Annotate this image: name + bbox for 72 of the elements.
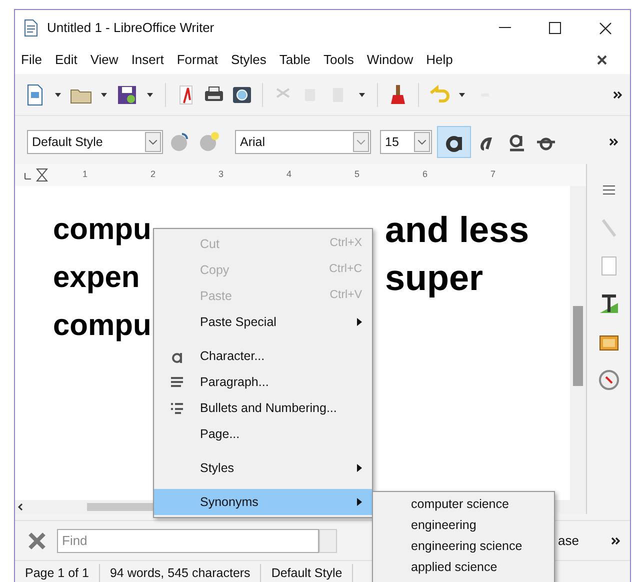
indent-marker-icon[interactable] (23, 167, 51, 183)
paragraph-icon (170, 375, 184, 389)
close-document-icon[interactable] (597, 55, 607, 65)
chevron-down-icon (418, 140, 426, 144)
font-name-value: Arial (240, 134, 266, 151)
ruler-number: 6 (421, 168, 428, 182)
ruler-number: 4 (285, 168, 292, 182)
status-field: Page 1 of 1 (15, 564, 100, 582)
status-field: Default Style (261, 564, 354, 582)
maximize-icon (549, 22, 561, 34)
document-text: compu (53, 212, 152, 248)
menu-item[interactable]: View (90, 50, 118, 70)
document-text: and less (385, 208, 530, 252)
chevron-down-icon (357, 140, 365, 144)
ruler-number: 1 (81, 168, 88, 182)
window-title: Untitled 1 - LibreOffice Writer (47, 19, 214, 38)
menu-item[interactable]: Insert (131, 50, 164, 70)
document-icon (23, 19, 39, 37)
document-text: expen (53, 260, 140, 296)
menu-item[interactable]: File (21, 50, 42, 70)
context-menu-item[interactable]: Paste Special (154, 309, 372, 335)
paragraph-style-value: Default Style (32, 134, 103, 151)
ruler-number: 2 (149, 168, 156, 182)
context-menu-item[interactable]: Paragraph... (154, 369, 372, 395)
scroll-left-icon[interactable] (17, 503, 25, 511)
ruler-number: 7 (489, 168, 496, 182)
close-icon (598, 22, 612, 34)
dropdown-button[interactable] (414, 132, 430, 152)
menu-item[interactable]: Table (279, 50, 310, 70)
list-icon (170, 401, 184, 415)
menu-item[interactable]: Window (366, 50, 414, 70)
submenu-arrow-icon (357, 318, 362, 326)
synonym-item[interactable]: engineering science (373, 536, 554, 557)
dropdown-caret-icon[interactable] (147, 92, 153, 96)
font-size-field[interactable]: 15 (380, 130, 432, 154)
context-menu-item[interactable]: Page... (154, 421, 372, 447)
chevron-down-icon (149, 140, 157, 144)
menu-item[interactable]: Tools (323, 50, 354, 70)
context-menu-item[interactable]: Styles (154, 455, 372, 481)
find-field[interactable]: Find (57, 528, 319, 552)
paragraph-style-field[interactable]: Default Style (27, 130, 163, 154)
dropdown-caret-icon[interactable] (101, 92, 107, 96)
synonym-item[interactable]: engineering (373, 515, 554, 536)
more-icon[interactable] (613, 90, 622, 98)
submenu-arrow-icon (357, 498, 362, 506)
synonym-item[interactable]: applied science (373, 557, 554, 578)
synonym-item[interactable]: computer science (373, 494, 554, 515)
dropdown-caret-icon[interactable] (459, 92, 465, 96)
font-size-value: 15 (385, 134, 399, 151)
submenu-arrow-icon (357, 464, 362, 472)
ruler-number: 5 (353, 168, 360, 182)
status-field: 94 words, 545 characters (100, 564, 262, 582)
bold-button[interactable] (437, 126, 471, 158)
dropdown-button[interactable] (145, 132, 161, 152)
compass-icon[interactable] (596, 368, 620, 392)
match-case-label[interactable]: ase (558, 530, 579, 550)
minimize-icon (499, 27, 511, 29)
context-menu-item[interactable]: Synonyms (154, 489, 372, 515)
document-text: super (385, 256, 484, 300)
dropdown-caret-icon[interactable] (55, 92, 61, 96)
more-icon[interactable] (611, 536, 620, 544)
context-menu-item[interactable]: Bullets and Numbering... (154, 395, 372, 421)
menu-item[interactable]: Format (176, 50, 218, 70)
menu-item[interactable]: Styles (231, 50, 266, 70)
dropdown-caret-icon[interactable] (359, 92, 365, 96)
context-menu-item[interactable]: Character... (154, 343, 372, 369)
menu-item[interactable]: Help (426, 50, 453, 70)
document-text: compu (53, 308, 152, 344)
font-name-field[interactable]: Arial (235, 130, 371, 154)
menu-item[interactable]: Edit (54, 50, 78, 70)
ruler-number: 3 (217, 168, 224, 182)
more-icon[interactable] (609, 138, 618, 146)
